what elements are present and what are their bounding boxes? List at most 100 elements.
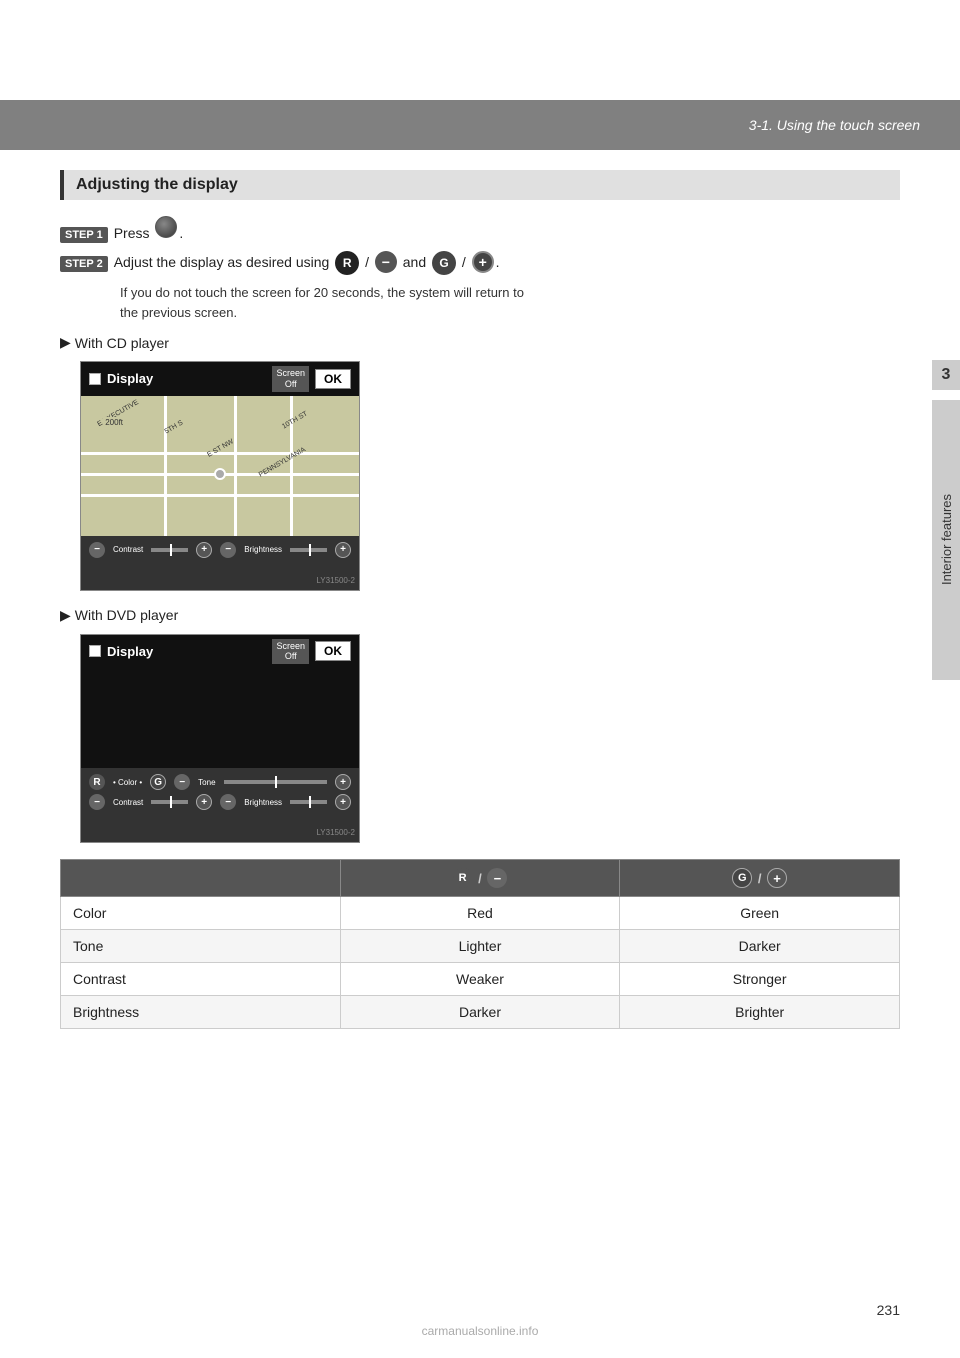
table-cell-feature: Contrast [61,963,341,996]
cd-contrast-label: Contrast [113,545,143,554]
cd-controls-area: − Contrast + − Brightness + [81,536,359,568]
table-header-g: G / + [620,860,900,897]
main-content: Adjusting the display STEP 1 Press . STE… [60,170,900,1029]
cd-display-label: Display [107,371,153,386]
cd-player-heading: ▶ With CD player [60,334,900,351]
th-minus-circle: − [487,868,507,888]
cd-contrast-row: − Contrast + − Brightness + [89,542,351,558]
dvd-controls-area: R • Color • G − Tone + − Contrast + − Br… [81,768,359,820]
dvd-screen-off-btn[interactable]: ScreenOff [272,639,309,665]
dvd-screen-footer: LY31500-2 [81,820,359,842]
dvd-color-row: R • Color • G − Tone + [89,774,351,790]
map-label-est: E ST NW [206,438,235,459]
th-plus-circle: + [767,868,787,888]
step-2-line: STEP 2 Adjust the display as desired usi… [60,251,900,275]
cd-ok-btn[interactable]: OK [315,369,351,389]
step-1-text: Press [114,225,154,241]
cd-checkbox-icon [89,373,101,385]
map-road-v1 [164,396,167,536]
dvd-ok-btn[interactable]: OK [315,641,351,661]
dvd-watermark-label: LY31500-2 [316,828,355,837]
map-road-v2 [234,396,237,536]
table-cell-feature: Color [61,897,341,930]
cd-brightness-label: Brightness [244,545,282,554]
header-bar: 3-1. Using the touch screen [0,100,960,150]
th-r-circle: R [453,868,473,888]
table-row: ToneLighterDarker [61,930,900,963]
cd-screen-footer: LY31500-2 [81,568,359,590]
step-1-period: . [179,225,183,241]
dvd-checkbox-icon [89,645,101,657]
table-cell-r: Lighter [340,930,620,963]
dvd-g-btn[interactable]: G [150,774,166,790]
dvd-contrast-row: − Contrast + − Brightness + [89,794,351,810]
table-cell-g: Brighter [620,996,900,1029]
dvd-display-label: Display [107,644,153,659]
dvd-player-heading: ▶ With DVD player [60,607,900,624]
page-number: 231 [877,1302,900,1318]
dvd-brightness-plus[interactable]: + [335,794,351,810]
cd-header-right: ScreenOff OK [272,366,351,392]
sidebar-number: 3 [932,360,960,390]
table-row: BrightnessDarkerBrighter [61,996,900,1029]
cd-contrast-minus[interactable]: − [89,542,105,558]
cd-map-area: E EXECUTIVE 5TH S E ST NW PENNSYLVANIA 1… [81,396,359,536]
step-2-text: Adjust the display as desired using [114,254,333,270]
dvd-contrast-slider[interactable] [151,800,188,804]
sidebar-label: Interior features [939,494,954,585]
map-label-10th: 10TH ST [281,410,309,430]
disp-button-icon [155,216,177,238]
dvd-display-screen: Display ScreenOff OK R • Color • G − Ton… [80,634,360,844]
dvd-header-right: ScreenOff OK [272,639,351,665]
step-1-line: STEP 1 Press . [60,216,900,243]
step-1-badge: STEP 1 [60,227,108,243]
cd-contrast-plus[interactable]: + [196,542,212,558]
th-r-icons: R / − [353,868,608,888]
cd-watermark-label: LY31500-2 [316,576,355,585]
cd-brightness-plus[interactable]: + [335,542,351,558]
g-circle-icon: G [432,251,456,275]
r-circle-icon: R [335,251,359,275]
dvd-brightness-slider[interactable] [290,800,327,804]
dvd-contrast-minus[interactable]: − [89,794,105,810]
section-title: Adjusting the display [76,176,238,194]
header-title: 3-1. Using the touch screen [749,117,920,133]
table-header-feature [61,860,341,897]
watermark: carmanualsonline.info [422,1324,539,1338]
dvd-header-left: Display [89,644,153,659]
cd-display-screen: Display ScreenOff OK E EXECUTIVE 5TH S E… [80,361,360,591]
table-cell-r: Red [340,897,620,930]
th-g-circle: G [732,868,752,888]
map-zoom-label: 200ft [103,417,125,428]
dvd-brightness-minus[interactable]: − [220,794,236,810]
dvd-contrast-label: Contrast [113,798,143,807]
table-header-r: R / − [340,860,620,897]
plus-circle-icon: + [472,251,494,273]
cd-screen-off-btn[interactable]: ScreenOff [272,366,309,392]
cd-contrast-slider[interactable] [151,548,188,552]
dvd-tone-slider[interactable] [224,780,327,784]
dvd-screen-header: Display ScreenOff OK [81,635,359,669]
section-header: Adjusting the display [60,170,900,200]
dvd-tone-minus[interactable]: − [174,774,190,790]
minus-circle-icon: − [375,251,397,273]
dvd-tone-plus[interactable]: + [335,774,351,790]
dvd-r-btn[interactable]: R [89,774,105,790]
cd-header-left: Display [89,371,153,386]
dvd-tone-label: Tone [198,778,215,787]
cd-screen-header: Display ScreenOff OK [81,362,359,396]
dvd-brightness-label: Brightness [244,798,282,807]
table-cell-g: Stronger [620,963,900,996]
dvd-contrast-plus[interactable]: + [196,794,212,810]
note-text: If you do not touch the screen for 20 se… [120,283,900,322]
cd-brightness-minus[interactable]: − [220,542,236,558]
cd-arrow-icon: ▶ [60,334,71,351]
cd-brightness-slider[interactable] [290,548,327,552]
table-cell-feature: Tone [61,930,341,963]
table-cell-r: Darker [340,996,620,1029]
table-cell-g: Darker [620,930,900,963]
settings-table: R / − G / + ColorRedGreenToneLighterDark… [60,859,900,1029]
table-row: ColorRedGreen [61,897,900,930]
dvd-color-dot: • Color • [113,778,142,787]
table-cell-g: Green [620,897,900,930]
